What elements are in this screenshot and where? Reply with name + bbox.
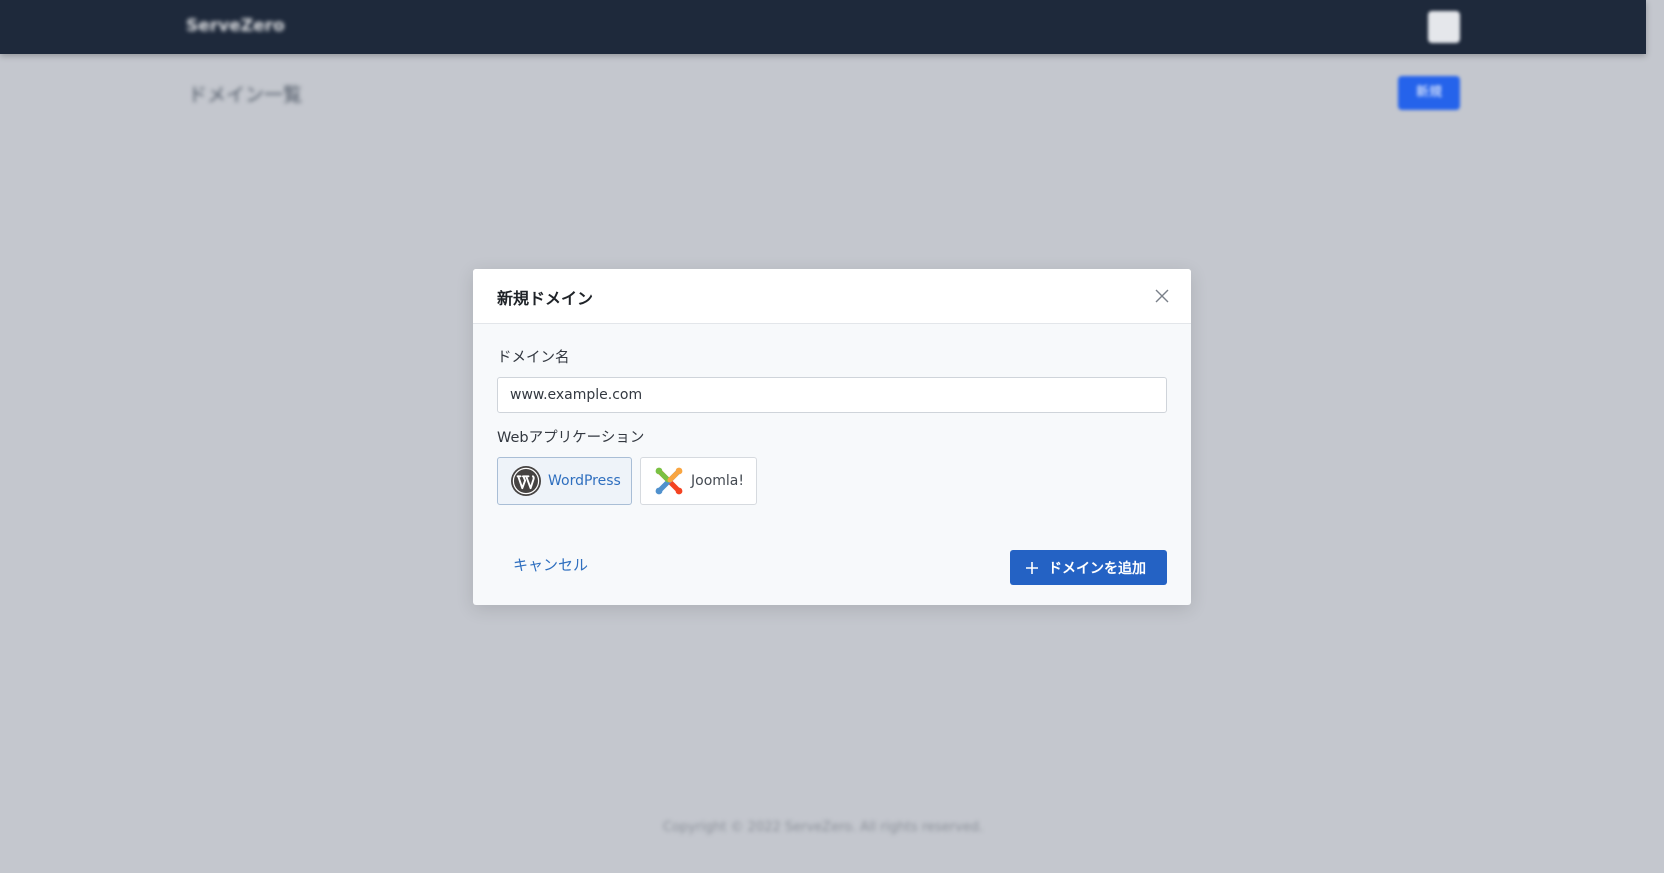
cancel-button[interactable]: キャンセル — [513, 554, 588, 575]
top-navbar: ServeZero — [0, 0, 1646, 54]
close-icon[interactable] — [1151, 285, 1173, 307]
user-menu-icon — [1428, 11, 1460, 43]
web-application-label: Webアプリケーション — [497, 430, 645, 446]
plus-icon — [1024, 560, 1040, 576]
add-domain-button[interactable]: ドメインを追加 — [1010, 550, 1167, 585]
modal-title: 新規ドメイン — [497, 289, 594, 308]
app-option-joomla[interactable]: Joomla! — [640, 457, 757, 505]
app-option-wordpress[interactable]: WordPress — [497, 457, 632, 505]
modal-body: ドメイン名 Webアプリケーション WordPress — [473, 324, 1191, 605]
app-option-label: Joomla! — [691, 473, 744, 489]
domain-name-input[interactable] — [497, 377, 1167, 413]
modal-header: 新規ドメイン — [473, 269, 1191, 324]
brand-logo: ServeZero — [186, 16, 285, 36]
wordpress-icon — [510, 465, 542, 497]
app-option-label: WordPress — [548, 473, 621, 489]
domain-name-label: ドメイン名 — [497, 350, 570, 366]
add-domain-label: ドメインを追加 — [1048, 560, 1146, 577]
new-domain-button: 新規 — [1398, 76, 1460, 110]
joomla-icon — [653, 465, 685, 497]
page-title: ドメイン一覧 — [188, 84, 303, 106]
footer-copyright: Copyright © 2022 ServeZero. All rights r… — [662, 820, 984, 835]
new-domain-modal: 新規ドメイン ドメイン名 Webアプリケーション WordPress — [473, 269, 1191, 605]
